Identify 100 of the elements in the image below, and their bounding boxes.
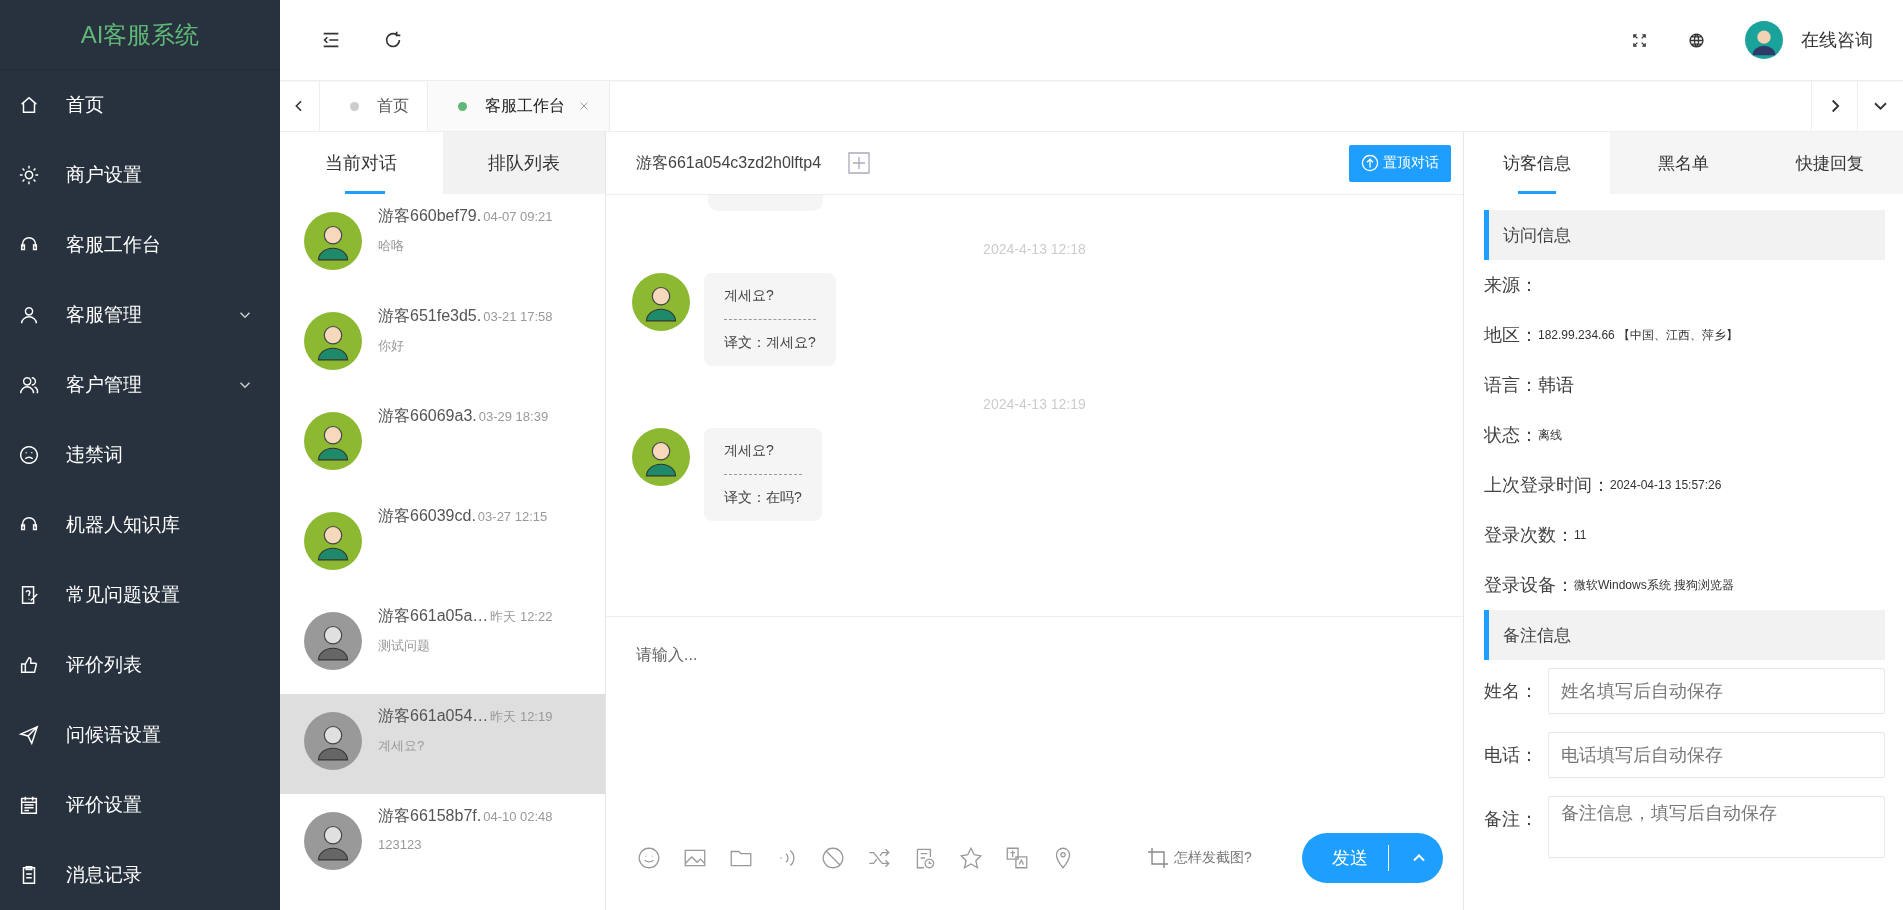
info-label: 状态： — [1484, 424, 1538, 447]
message-time: 03-27 12:15 — [477, 509, 548, 524]
avatar-silhouette — [632, 428, 690, 486]
visitor-name: 游客66069a3. — [378, 406, 477, 426]
message-time: 昨天 12:19 — [490, 708, 553, 726]
visitor-name: 游客66158b7f. — [378, 806, 482, 826]
message-preview: 계세요? — [378, 737, 426, 755]
status-dot-icon — [350, 101, 359, 111]
app-logo: AI客服系统 — [0, 0, 280, 70]
sidebar-item[interactable]: 客服管理 — [0, 280, 280, 350]
message-text: 계세요? — [724, 287, 816, 320]
sidebar-item[interactable]: 客户管理 — [0, 350, 280, 420]
crop-icon — [1146, 846, 1170, 870]
avatar-silhouette — [304, 612, 362, 670]
screenshot-help-link[interactable]: 怎样发截图? — [1146, 846, 1252, 870]
input-field[interactable]: 电话填写后自动保存 — [1548, 732, 1885, 778]
fullscreen-icon[interactable] — [1631, 31, 1648, 49]
info-value: 微软Windows系统 搜狗浏览器 — [1574, 576, 1734, 594]
sidebar-item[interactable]: 商户设置 — [0, 140, 280, 210]
info-label: 地区： — [1484, 324, 1538, 347]
translate-icon[interactable] — [1004, 845, 1030, 871]
sidebar-item[interactable]: 首页 — [0, 70, 280, 140]
visitor-name: 游客651fe3d5. — [378, 306, 482, 326]
message-preview: 你好 — [378, 337, 405, 355]
emoji-icon[interactable] — [636, 845, 662, 871]
conversation-item[interactable]: 游客66069a3.03-29 18:39 — [280, 394, 605, 494]
info-label: 上次登录时间： — [1484, 474, 1610, 497]
visitor-tab[interactable]: 访客信息 — [1464, 132, 1611, 194]
info-value: 离线 — [1538, 426, 1562, 444]
sidebar-item[interactable]: 消息记录 — [0, 840, 280, 910]
info-label: 语言： — [1484, 374, 1538, 397]
conversation-item[interactable]: 游客660bef79.04-07 09:21 哈咯 — [280, 194, 605, 294]
people-icon — [18, 374, 40, 396]
avatar-silhouette — [304, 712, 362, 770]
sidebar-item[interactable]: 客服工作台 — [0, 210, 280, 280]
page-tab[interactable]: 客服工作台 — [428, 81, 610, 131]
message-time: 04-07 09:21 — [483, 209, 553, 224]
sidebar-item[interactable]: 机器人知识库 — [0, 490, 280, 560]
user-name[interactable]: 在线咨询 — [1801, 28, 1873, 52]
field-label: 电话： — [1484, 744, 1538, 767]
input-field[interactable]: 姓名填写后自动保存 — [1548, 668, 1885, 714]
info-value: 韩语 — [1538, 374, 1574, 397]
gear-icon — [18, 164, 40, 186]
visitor-name: 游客661a054… — [378, 706, 489, 726]
avatar-silhouette — [304, 412, 362, 470]
message-text: 계세요? — [724, 442, 802, 475]
info-label: 登录设备： — [1484, 574, 1574, 597]
section-header: 备注信息 — [1484, 610, 1885, 660]
message-time: 04-10 02:48 — [483, 809, 553, 824]
info-value: 11 — [1574, 528, 1587, 542]
add-icon[interactable] — [847, 151, 872, 175]
visitor-tab[interactable]: 黑名单 — [1610, 132, 1757, 194]
message-time: 03-21 17:58 — [483, 309, 553, 324]
translation-text: 译文：계세요? — [724, 334, 816, 352]
translation-text: 译文：在吗? — [724, 489, 802, 507]
visitor-tab[interactable]: 快捷回复 — [1756, 132, 1903, 194]
avatar-silhouette — [304, 212, 362, 270]
info-value: 182.99.234.66 【中国、江西、萍乡】 — [1538, 326, 1739, 344]
message-time: 03-29 18:39 — [478, 409, 549, 424]
sidebar-item[interactable]: 评价设置 — [0, 770, 280, 840]
visitor-name: 游客66039cd. — [378, 506, 476, 526]
conversation-tab[interactable]: 排队列表 — [442, 132, 605, 194]
message-time: 昨天 12:22 — [490, 608, 553, 626]
conversation-item[interactable]: 游客661a05a…昨天 12:22 测试问题 — [280, 594, 605, 694]
avatar-silhouette — [304, 312, 362, 370]
paper-plane-icon — [18, 724, 40, 746]
avatar-silhouette — [304, 512, 362, 570]
info-label: 登录次数： — [1484, 524, 1574, 547]
ban-icon[interactable] — [820, 845, 846, 871]
person-icon — [18, 304, 40, 326]
message-preview: 哈咯 — [378, 237, 405, 255]
conversation-item[interactable]: 游客66158b7f.04-10 02:48 123123 — [280, 794, 605, 894]
info-value: 2024-04-13 15:57:26 — [1610, 478, 1722, 492]
home-icon — [18, 94, 40, 116]
conversation-item[interactable]: 游客66039cd.03-27 12:15 — [280, 494, 605, 594]
thumbs-up-icon — [18, 654, 40, 676]
star-icon[interactable] — [958, 845, 984, 871]
visitor-name: 游客661a05a… — [378, 606, 489, 626]
sidebar-item[interactable]: 问候语设置 — [0, 700, 280, 770]
calendar-icon — [18, 794, 40, 816]
avatar-silhouette — [632, 273, 690, 331]
sidebar-item[interactable]: 违禁词 — [0, 420, 280, 490]
user-avatar — [1745, 21, 1783, 59]
message-preview: 测试问题 — [378, 637, 431, 655]
message-preview: 123123 — [378, 837, 423, 852]
status-dot-icon — [458, 101, 467, 111]
visitor-name: 游客660bef79. — [378, 206, 482, 226]
chat-title: 游客661a054c3zd2h0lftp4 — [636, 152, 822, 173]
sidebar-item[interactable]: 评价列表 — [0, 630, 280, 700]
field-label: 姓名： — [1484, 680, 1538, 703]
field-label: 备注： — [1484, 808, 1538, 831]
conversation-item[interactable]: 游客661a054…昨天 12:19 계세요? — [280, 694, 605, 794]
sad-face-icon — [18, 444, 40, 466]
sidebar-item[interactable]: 常见问题设置 — [0, 560, 280, 630]
globe-icon[interactable] — [1688, 31, 1705, 49]
avatar-silhouette — [304, 812, 362, 870]
info-label: 来源： — [1484, 274, 1538, 297]
section-header: 访问信息 — [1484, 210, 1885, 260]
conversation-item[interactable]: 游客651fe3d5.03-21 17:58 你好 — [280, 294, 605, 394]
notes-field[interactable]: 备注信息，填写后自动保存 — [1548, 796, 1885, 858]
